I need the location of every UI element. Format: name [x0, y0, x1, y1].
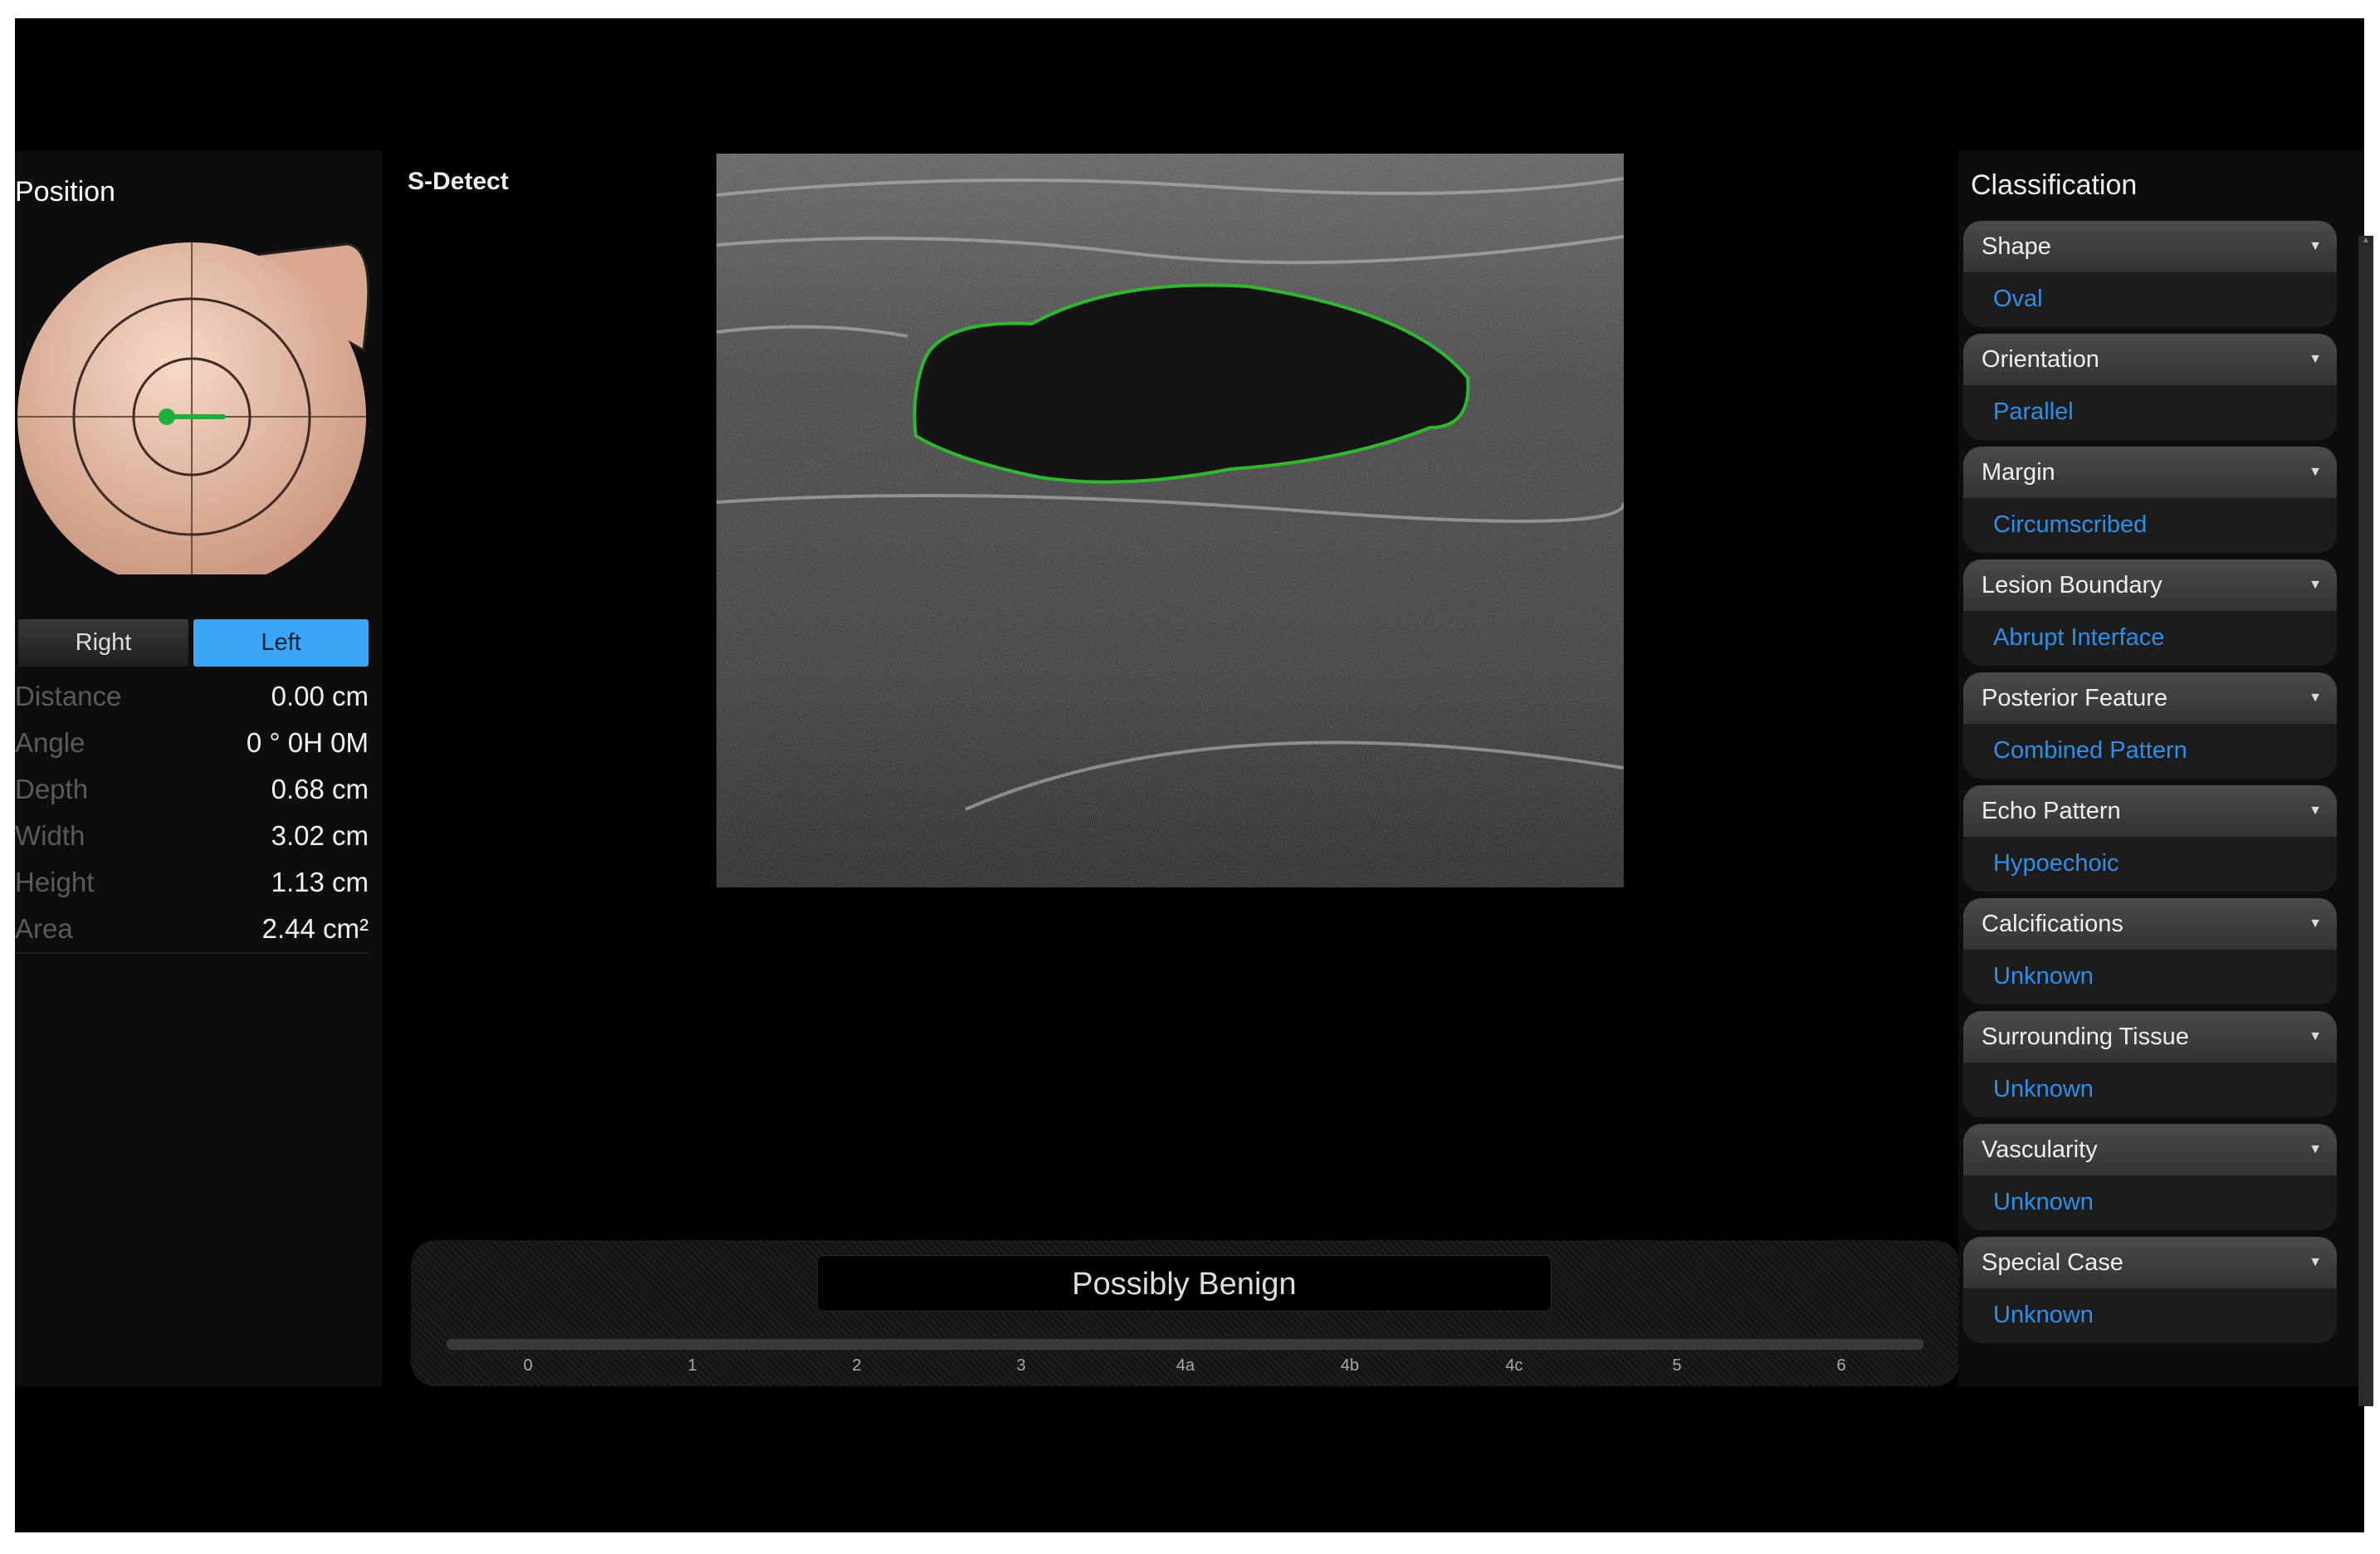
dropdown-value[interactable]: Circumscribed	[1993, 500, 2147, 550]
classification-dropdown-shape[interactable]: Shape ▼ Oval	[1963, 221, 2337, 327]
chevron-down-icon[interactable]: ▼	[2309, 672, 2322, 724]
dropdown-label: Shape	[1963, 221, 2337, 272]
dropdown-label: Surrounding Tissue	[1963, 1011, 2337, 1063]
scroll-up-icon[interactable]: ▲	[2358, 236, 2373, 249]
left-side-button[interactable]: Left	[193, 619, 369, 667]
dropdown-label: Lesion Boundary	[1963, 560, 2337, 611]
classification-dropdown-echo-pattern[interactable]: Echo Pattern ▼ Hypoechoic	[1963, 785, 2337, 892]
classification-dropdown-orientation[interactable]: Orientation ▼ Parallel	[1963, 334, 2337, 440]
position-panel: Position Right Left Distance 0.00 cm Angl…	[15, 151, 382, 1386]
scale-tick: 4b	[1340, 1356, 1360, 1375]
dropdown-value[interactable]: Abrupt Interface	[1993, 613, 2164, 662]
classification-title: Classification	[1971, 169, 2138, 201]
breast-body-marker[interactable]	[15, 209, 382, 574]
right-side-button[interactable]: Right	[18, 619, 188, 667]
s-detect-screen: Position Right Left Distance 0.00 cm Angl…	[15, 18, 2373, 1532]
dropdown-value[interactable]: Unknown	[1993, 1064, 2094, 1114]
classification-dropdown-calcifications[interactable]: Calcifications ▼ Unknown	[1963, 898, 2337, 1004]
chevron-down-icon[interactable]: ▼	[2309, 447, 2322, 498]
position-title: Position	[15, 176, 115, 208]
birads-scale-track	[447, 1339, 1923, 1350]
dropdown-label: Special Case	[1963, 1237, 2337, 1288]
measurement-depth: Depth 0.68 cm	[15, 774, 369, 804]
dropdown-value[interactable]: Oval	[1993, 274, 2043, 324]
chevron-down-icon[interactable]: ▼	[2309, 1011, 2322, 1063]
scale-tick: 0	[523, 1356, 533, 1375]
s-detect-panel: S-Detect Possibly Benign 0 1 2 3 4a 4b 4…	[382, 151, 1973, 1386]
classification-dropdown-special-case[interactable]: Special Case ▼ Unknown	[1963, 1237, 2337, 1343]
chevron-down-icon[interactable]: ▼	[2309, 221, 2322, 272]
classification-dropdown-lesion-boundary[interactable]: Lesion Boundary ▼ Abrupt Interface	[1963, 560, 2337, 666]
dropdown-label: Echo Pattern	[1963, 785, 2337, 837]
chevron-down-icon[interactable]: ▼	[2309, 785, 2322, 837]
classification-dropdown-margin[interactable]: Margin ▼ Circumscribed	[1963, 447, 2337, 553]
classification-panel: Classification Shape ▼ Oval Orientation ▼ Par…	[1958, 151, 2364, 1386]
classification-scrollbar[interactable]: ▲	[2358, 236, 2373, 1406]
dropdown-value[interactable]: Unknown	[1993, 951, 2094, 1001]
dropdown-label: Calcifications	[1963, 898, 2337, 950]
measurement-height: Height 1.13 cm	[15, 867, 369, 897]
classification-dropdown-vascularity[interactable]: Vascularity ▼ Unknown	[1963, 1124, 2337, 1230]
dropdown-value[interactable]: Combined Pattern	[1993, 726, 2187, 775]
dropdown-value[interactable]: Unknown	[1993, 1177, 2094, 1227]
chevron-down-icon[interactable]: ▼	[2309, 898, 2322, 950]
measurement-width: Width 3.02 cm	[15, 820, 369, 851]
measurement-angle: Angle 0 ° 0H 0M	[15, 727, 369, 758]
chevron-down-icon[interactable]: ▼	[2309, 1237, 2322, 1288]
dropdown-label: Margin	[1963, 447, 2337, 498]
dropdown-label: Orientation	[1963, 334, 2337, 385]
scale-tick: 4c	[1505, 1356, 1523, 1375]
birads-assessment-bar: Possibly Benign 0 1 2 3 4a 4b 4c 5 6	[411, 1240, 1960, 1386]
s-detect-title: S-Detect	[408, 168, 509, 195]
chevron-down-icon[interactable]: ▼	[2309, 334, 2322, 385]
scale-tick: 2	[852, 1356, 862, 1375]
dropdown-value[interactable]: Hypoechoic	[1993, 838, 2119, 888]
scale-tick: 1	[687, 1356, 697, 1375]
measurement-distance: Distance 0.00 cm	[15, 681, 369, 711]
classification-dropdown-posterior-feature[interactable]: Posterior Feature ▼ Combined Pattern	[1963, 672, 2337, 779]
chevron-down-icon[interactable]: ▼	[2309, 1124, 2322, 1175]
classification-dropdown-surrounding-tissue[interactable]: Surrounding Tissue ▼ Unknown	[1963, 1011, 2337, 1117]
dropdown-label: Posterior Feature	[1963, 672, 2337, 724]
chevron-down-icon[interactable]: ▼	[2309, 560, 2322, 611]
assessment-result: Possibly Benign	[817, 1255, 1552, 1312]
divider	[15, 952, 369, 954]
scale-tick: 5	[1672, 1356, 1682, 1375]
dropdown-label: Vascularity	[1963, 1124, 2337, 1175]
dropdown-value[interactable]: Parallel	[1993, 387, 2074, 437]
scale-tick: 4a	[1175, 1356, 1195, 1375]
ultrasound-image[interactable]	[716, 154, 1624, 887]
scale-tick: 3	[1016, 1356, 1026, 1375]
dropdown-value[interactable]: Unknown	[1993, 1290, 2094, 1340]
scale-tick: 6	[1836, 1356, 1846, 1375]
